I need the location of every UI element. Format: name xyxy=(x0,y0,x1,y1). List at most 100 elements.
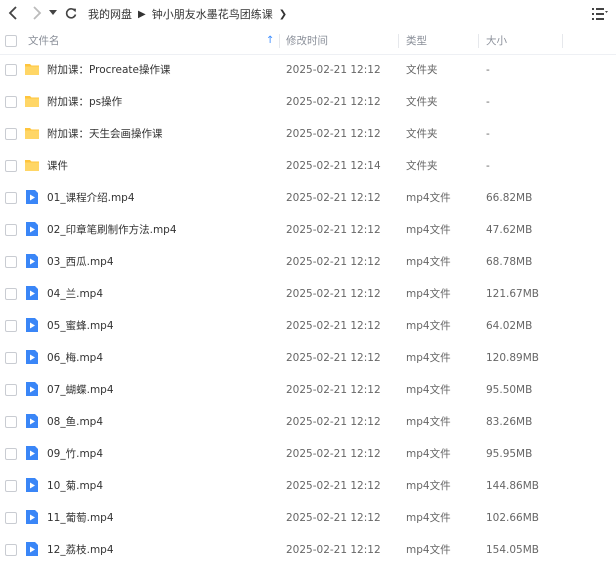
modified-date: 2025-02-21 12:12 xyxy=(286,544,381,556)
file-name: 07_蝴蝶.mp4 xyxy=(47,384,114,396)
file-row[interactable]: 附加课：Procreate操作课 2025-02-21 12:12 文件夹 - xyxy=(0,54,616,86)
file-size: 154.05MB xyxy=(486,544,540,556)
select-all-checkbox[interactable] xyxy=(5,35,17,47)
row-checkbox[interactable] xyxy=(5,320,17,332)
file-size: 102.66MB xyxy=(486,512,540,524)
column-date-header[interactable]: 修改时间 xyxy=(286,28,328,54)
forward-button[interactable] xyxy=(28,4,46,22)
column-divider[interactable] xyxy=(279,34,280,48)
row-checkbox[interactable] xyxy=(5,96,17,108)
file-row[interactable]: 06_梅.mp4 2025-02-21 12:12 mp4文件 120.89MB xyxy=(0,342,616,374)
row-checkbox[interactable] xyxy=(5,448,17,460)
file-row[interactable]: 11_葡萄.mp4 2025-02-21 12:12 mp4文件 102.66MB xyxy=(0,502,616,534)
file-type: mp4文件 xyxy=(406,256,451,268)
row-checkbox[interactable] xyxy=(5,160,17,172)
file-name: 04_兰.mp4 xyxy=(47,288,104,300)
row-checkbox[interactable] xyxy=(5,192,17,204)
file-size: 47.62MB xyxy=(486,224,533,236)
modified-date: 2025-02-21 12:12 xyxy=(286,96,381,108)
file-row[interactable]: 09_竹.mp4 2025-02-21 12:12 mp4文件 95.95MB xyxy=(0,438,616,470)
file-name: 08_鱼.mp4 xyxy=(47,416,104,428)
file-type: 文件夹 xyxy=(406,64,438,76)
view-mode-button[interactable] xyxy=(592,6,608,22)
modified-date: 2025-02-21 12:12 xyxy=(286,416,381,428)
row-checkbox[interactable] xyxy=(5,512,17,524)
file-size: - xyxy=(486,128,490,140)
folder-icon xyxy=(24,61,40,77)
modified-date: 2025-02-21 12:12 xyxy=(286,192,381,204)
modified-date: 2025-02-21 12:12 xyxy=(286,448,381,460)
file-type: mp4文件 xyxy=(406,288,451,300)
row-checkbox[interactable] xyxy=(5,288,17,300)
video-file-icon xyxy=(24,381,40,397)
refresh-button[interactable] xyxy=(62,4,80,22)
row-checkbox[interactable] xyxy=(5,416,17,428)
file-row[interactable]: 10_菊.mp4 2025-02-21 12:12 mp4文件 144.86MB xyxy=(0,470,616,502)
column-type-header[interactable]: 类型 xyxy=(406,28,427,54)
file-row[interactable]: 04_兰.mp4 2025-02-21 12:12 mp4文件 121.67MB xyxy=(0,278,616,310)
breadcrumb-item-root[interactable]: 我的网盘 xyxy=(88,6,132,22)
breadcrumb-item-current[interactable]: 钟小朋友水墨花鸟团练课 xyxy=(152,6,273,22)
file-name: 05_蜜蜂.mp4 xyxy=(47,320,114,332)
column-header: 文件名 ↑ 修改时间 类型 大小 xyxy=(0,28,616,55)
file-size: 144.86MB xyxy=(486,480,540,492)
column-divider[interactable] xyxy=(562,34,563,48)
sort-ascending-icon[interactable]: ↑ xyxy=(266,28,274,54)
file-size: 120.89MB xyxy=(486,352,540,364)
modified-date: 2025-02-21 12:14 xyxy=(286,160,381,172)
file-row[interactable]: 附加课：天生会画操作课 2025-02-21 12:12 文件夹 - xyxy=(0,118,616,150)
file-name: 01_课程介绍.mp4 xyxy=(47,192,135,204)
row-checkbox[interactable] xyxy=(5,544,17,556)
file-type: mp4文件 xyxy=(406,448,451,460)
row-checkbox[interactable] xyxy=(5,224,17,236)
file-size: 121.67MB xyxy=(486,288,540,300)
modified-date: 2025-02-21 12:12 xyxy=(286,128,381,140)
caret-down-icon xyxy=(49,10,57,15)
file-type: 文件夹 xyxy=(406,128,438,140)
modified-date: 2025-02-21 12:12 xyxy=(286,320,381,332)
video-file-icon xyxy=(24,413,40,429)
file-size: - xyxy=(486,64,490,76)
modified-date: 2025-02-21 12:12 xyxy=(286,288,381,300)
modified-date: 2025-02-21 12:12 xyxy=(286,384,381,396)
column-divider[interactable] xyxy=(398,34,399,48)
file-row[interactable]: 附加课：ps操作 2025-02-21 12:12 文件夹 - xyxy=(0,86,616,118)
column-name-header[interactable]: 文件名 xyxy=(28,28,60,54)
row-checkbox[interactable] xyxy=(5,256,17,268)
file-name: 03_西瓜.mp4 xyxy=(47,256,114,268)
file-row[interactable]: 课件 2025-02-21 12:14 文件夹 - xyxy=(0,150,616,182)
column-size-header[interactable]: 大小 xyxy=(486,28,507,54)
breadcrumb-chevron-icon[interactable]: ❯ xyxy=(279,9,287,20)
toolbar: 我的网盘 ▶ 钟小朋友水墨花鸟团练课 ❯ xyxy=(0,0,616,28)
row-checkbox[interactable] xyxy=(5,352,17,364)
file-type: mp4文件 xyxy=(406,224,451,236)
file-name: 06_梅.mp4 xyxy=(47,352,104,364)
list-view-icon xyxy=(592,8,608,20)
file-row[interactable]: 05_蜜蜂.mp4 2025-02-21 12:12 mp4文件 64.02MB xyxy=(0,310,616,342)
file-size: 64.02MB xyxy=(486,320,533,332)
video-file-icon xyxy=(24,317,40,333)
file-type: mp4文件 xyxy=(406,352,451,364)
video-file-icon xyxy=(24,541,40,557)
column-divider[interactable] xyxy=(478,34,479,48)
file-name: 附加课：ps操作 xyxy=(47,96,123,108)
file-size: 83.26MB xyxy=(486,416,533,428)
row-checkbox[interactable] xyxy=(5,480,17,492)
file-type: mp4文件 xyxy=(406,320,451,332)
file-name: 09_竹.mp4 xyxy=(47,448,104,460)
back-button[interactable] xyxy=(4,4,22,22)
file-row[interactable]: 01_课程介绍.mp4 2025-02-21 12:12 mp4文件 66.82MB xyxy=(0,182,616,214)
file-row[interactable]: 03_西瓜.mp4 2025-02-21 12:12 mp4文件 68.78MB xyxy=(0,246,616,278)
file-type: mp4文件 xyxy=(406,416,451,428)
file-row[interactable]: 02_印章笔刷制作方法.mp4 2025-02-21 12:12 mp4文件 47.6… xyxy=(0,214,616,246)
file-row[interactable]: 12_荔枝.mp4 2025-02-21 12:12 mp4文件 154.05MB xyxy=(0,534,616,566)
file-row[interactable]: 08_鱼.mp4 2025-02-21 12:12 mp4文件 83.26MB xyxy=(0,406,616,438)
row-checkbox[interactable] xyxy=(5,384,17,396)
modified-date: 2025-02-21 12:12 xyxy=(286,224,381,236)
row-checkbox[interactable] xyxy=(5,64,17,76)
row-checkbox[interactable] xyxy=(5,128,17,140)
file-size: - xyxy=(486,160,490,172)
file-row[interactable]: 07_蝴蝶.mp4 2025-02-21 12:12 mp4文件 95.50MB xyxy=(0,374,616,406)
file-name: 12_荔枝.mp4 xyxy=(47,544,114,556)
history-dropdown-button[interactable] xyxy=(47,4,59,22)
